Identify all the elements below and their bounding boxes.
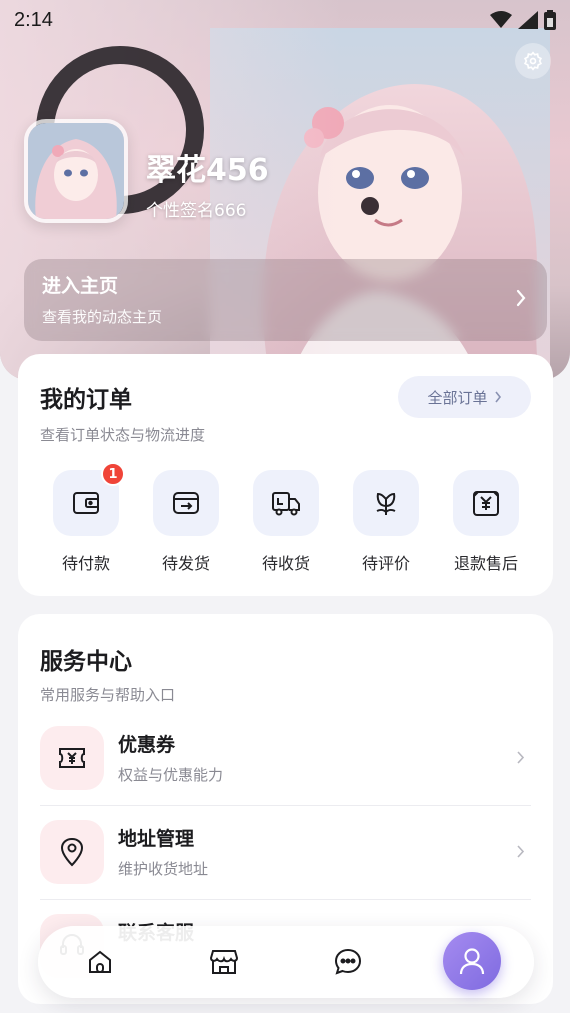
chat-icon [334, 948, 362, 975]
service-subtitle: 权益与优惠能力 [118, 766, 224, 784]
service-title: 地址管理 [118, 828, 195, 850]
refund-yen-icon [473, 491, 499, 516]
nav-messages[interactable] [326, 940, 370, 984]
order-pending-payment[interactable]: 1 待付款 [46, 462, 126, 574]
wifi-icon [490, 11, 512, 28]
all-orders-button[interactable]: 全部订单 [398, 376, 531, 418]
status-time: 2:14 [14, 8, 53, 31]
chevron-right-icon [516, 289, 526, 307]
avatar[interactable] [24, 119, 128, 223]
store-icon [209, 950, 239, 974]
chevron-right-icon [517, 845, 525, 858]
order-refund-icon-box [453, 470, 519, 536]
order-item-label: 待付款 [61, 554, 110, 573]
service-coupons[interactable]: 优惠券 权益与优惠能力 [40, 726, 531, 790]
user-signature: 个性签名666 [146, 201, 247, 221]
coupon-icon-box [40, 726, 104, 790]
battery-icon [544, 10, 556, 30]
bottom-navigation [38, 926, 534, 998]
order-item-label: 待发货 [161, 554, 210, 573]
flower-icon [376, 492, 396, 515]
send-box-icon [173, 492, 199, 514]
order-item-label: 待收货 [261, 554, 310, 573]
chevron-right-icon [494, 391, 501, 403]
order-pending-shipment-icon-box [153, 470, 219, 536]
unpaid-count-badge: 1 [101, 462, 125, 486]
service-title: 优惠券 [118, 734, 176, 756]
orders-subtitle: 查看订单状态与物流进度 [40, 426, 206, 444]
nav-store[interactable] [202, 940, 246, 984]
order-pending-shipment[interactable]: 待发货 [146, 470, 226, 574]
nav-home[interactable] [78, 940, 122, 984]
order-pending-payment-icon-box: 1 [53, 462, 125, 536]
cellular-signal-icon [518, 11, 538, 29]
status-bar: 2:14 [0, 0, 570, 40]
services-subtitle: 常用服务与帮助入口 [40, 686, 176, 704]
all-orders-label: 全部订单 [427, 388, 488, 407]
location-icon-box [40, 820, 104, 884]
username: 翠花456 [146, 153, 269, 188]
orders-title: 我的订单 [40, 387, 132, 413]
gear-icon [523, 51, 543, 71]
wallet-icon [73, 492, 99, 514]
location-pin-icon [60, 837, 84, 867]
coupon-icon [59, 748, 85, 768]
order-pending-receipt[interactable]: 待收货 [246, 470, 326, 574]
profile-icon [459, 948, 485, 975]
nav-profile-active[interactable] [443, 932, 501, 990]
home-entry-title: 进入主页 [42, 275, 119, 297]
settings-button[interactable] [515, 43, 551, 79]
order-pending-review[interactable]: 待评价 [346, 470, 426, 574]
services-title: 服务中心 [40, 649, 132, 675]
order-item-label: 待评价 [361, 554, 410, 573]
service-subtitle: 维护收货地址 [118, 860, 209, 878]
divider [40, 805, 531, 806]
order-pending-receipt-icon-box [253, 470, 319, 536]
order-item-label: 退款售后 [453, 554, 518, 573]
order-refund-after-sales[interactable]: 退款售后 [446, 470, 526, 574]
home-entry-subtitle: 查看我的动态主页 [42, 308, 163, 326]
chevron-right-icon [517, 751, 525, 764]
status-icons [490, 10, 556, 30]
delivery-truck-icon [272, 492, 300, 516]
service-address-management[interactable]: 地址管理 维护收货地址 [40, 820, 531, 884]
avatar-image [28, 123, 124, 219]
orders-card: 我的订单 查看订单状态与物流进度 全部订单 1 待付款 待发货 待收货 待评价 … [18, 354, 553, 596]
divider [40, 899, 531, 900]
home-icon [89, 950, 111, 973]
enter-homepage-card[interactable]: 进入主页 查看我的动态主页 [24, 259, 547, 341]
order-pending-review-icon-box [353, 470, 419, 536]
